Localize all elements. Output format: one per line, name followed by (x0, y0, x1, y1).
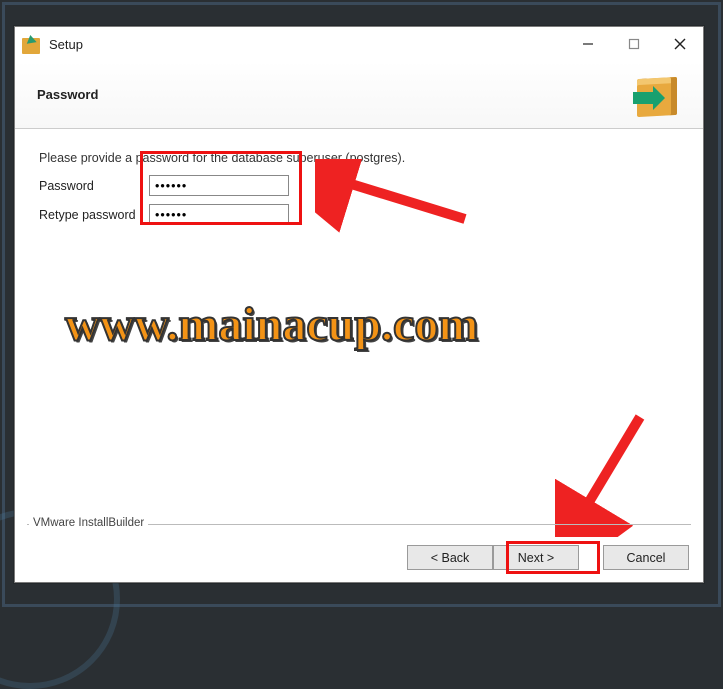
wizard-header: Password (15, 61, 703, 129)
retype-password-input[interactable] (149, 204, 289, 225)
window-title: Setup (49, 37, 565, 52)
close-button[interactable] (657, 27, 703, 61)
password-input[interactable] (149, 175, 289, 196)
instruction-text: Please provide a password for the databa… (39, 151, 679, 165)
page-title: Password (37, 87, 98, 102)
installer-box-icon (631, 70, 681, 120)
app-icon (21, 34, 41, 54)
maximize-button[interactable] (611, 27, 657, 61)
next-button[interactable]: Next > (493, 545, 579, 570)
cancel-button[interactable]: Cancel (603, 545, 689, 570)
setup-window: Setup Password Please provide a password… (14, 26, 704, 583)
password-row: Password (39, 175, 679, 196)
footer-group-label: VMware InstallBuilder (29, 517, 148, 529)
wizard-content: Please provide a password for the databa… (15, 129, 703, 529)
password-label: Password (39, 179, 149, 193)
footer-groupbox: VMware InstallBuilder (27, 524, 691, 532)
titlebar: Setup (15, 27, 703, 61)
back-button[interactable]: < Back (407, 545, 493, 570)
window-controls (565, 27, 703, 61)
retype-password-row: Retype password (39, 204, 679, 225)
wizard-buttons: < Back Next > Cancel (407, 545, 689, 570)
retype-password-label: Retype password (39, 208, 149, 222)
minimize-button[interactable] (565, 27, 611, 61)
annotation-arrow-to-passwords (315, 159, 475, 239)
